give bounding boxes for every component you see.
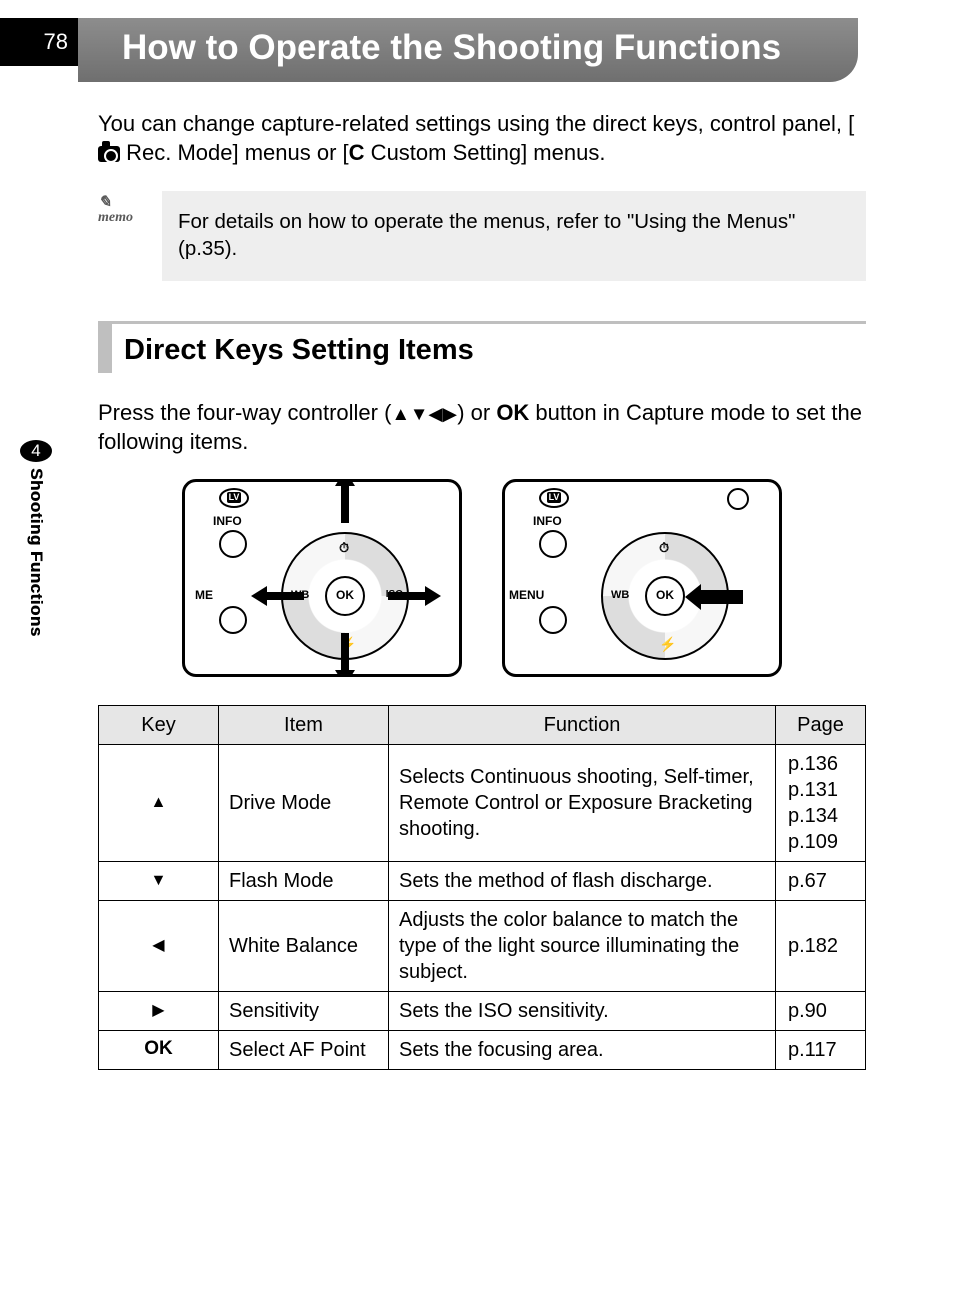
section-heading: Direct Keys Setting Items <box>98 321 866 374</box>
cell-item: Drive Mode <box>219 744 389 861</box>
ok-glyph: OK <box>496 400 529 425</box>
chapter-number-badge: 4 <box>20 440 52 462</box>
flash-icon: ⚡ <box>659 635 676 653</box>
col-page: Page <box>776 705 866 744</box>
cell-function: Adjusts the color balance to match the t… <box>389 900 776 991</box>
cell-key: ▲ <box>99 744 219 861</box>
press-paragraph: Press the four-way controller (▲▼◀▶) or … <box>98 399 866 456</box>
menu-label: ME <box>195 588 213 604</box>
cell-function: Sets the method of flash discharge. <box>389 861 776 900</box>
menu-button-icon <box>219 606 247 634</box>
chapter-number: 4 <box>31 441 40 461</box>
menu-button-icon <box>539 606 567 634</box>
cell-key: ◀ <box>99 900 219 991</box>
cell-function: Sets the ISO sensitivity. <box>389 991 776 1030</box>
cell-key: ▼ <box>99 861 219 900</box>
cell-function: Sets the focusing area. <box>389 1030 776 1069</box>
press-text-b: ) or <box>457 400 496 425</box>
info-label: INFO <box>533 514 562 530</box>
diagram-ok-press: LV INFO MENU OK WB ⏱ ⚡ <box>502 479 782 677</box>
chapter-side-tab: 4 Shooting Functions <box>18 440 54 637</box>
cell-key: OK <box>99 1030 219 1069</box>
cell-page: p.117 <box>776 1030 866 1069</box>
table-header-row: Key Item Function Page <box>99 705 866 744</box>
menu-label: MENU <box>509 588 544 604</box>
arrow-up-icon <box>335 479 355 486</box>
custom-letter: C <box>349 140 365 165</box>
arrow-left-icon <box>251 586 267 606</box>
memo-text: For details on how to operate the menus,… <box>162 191 866 280</box>
cell-function: Selects Continuous shooting, Self-timer,… <box>389 744 776 861</box>
memo-label: memo <box>98 210 133 225</box>
table-row: ▶SensitivitySets the ISO sensitivity.p.9… <box>99 991 866 1030</box>
title-banner: How to Operate the Shooting Functions <box>78 18 858 82</box>
page-title: How to Operate the Shooting Functions <box>122 28 830 68</box>
intro-text-c: Custom Setting] menus. <box>365 140 606 165</box>
memo-block: memo For details on how to operate the m… <box>98 191 866 280</box>
table-row: ▼Flash ModeSets the method of flash disc… <box>99 861 866 900</box>
cell-key: ▶ <box>99 991 219 1030</box>
col-key: Key <box>99 705 219 744</box>
camera-icon <box>98 146 120 162</box>
cell-item: White Balance <box>219 900 389 991</box>
info-button-icon <box>539 530 567 558</box>
chapter-label: Shooting Functions <box>26 468 46 637</box>
table-row: ◀White BalanceAdjusts the color balance … <box>99 900 866 991</box>
col-function: Function <box>389 705 776 744</box>
memo-icon: memo <box>98 191 148 280</box>
ok-button-icon: OK <box>645 576 685 616</box>
lv-icon: LV <box>219 488 249 508</box>
cell-page: p.67 <box>776 861 866 900</box>
intro-text-b: Rec. Mode] menus or [ <box>126 140 349 165</box>
small-ring-icon <box>727 488 749 510</box>
cell-item: Sensitivity <box>219 991 389 1030</box>
intro-paragraph: You can change capture-related settings … <box>98 110 866 167</box>
cell-item: Select AF Point <box>219 1030 389 1069</box>
controller-diagrams: LV INFO ME OK WB ISO ⏱ ⚡ LV INFO MEN <box>98 479 866 677</box>
cell-page: p.136p.131p.134p.109 <box>776 744 866 861</box>
arrow-down-icon <box>335 670 355 677</box>
content-area: You can change capture-related settings … <box>0 82 954 1109</box>
ok-press-arrow-icon <box>699 590 743 604</box>
wb-label: WB <box>611 588 629 602</box>
arrow-glyphs: ▲▼◀▶ <box>391 403 457 424</box>
timer-icon: ⏱ <box>659 540 669 557</box>
table-row: ▲Drive ModeSelects Continuous shooting, … <box>99 744 866 861</box>
cell-page: p.90 <box>776 991 866 1030</box>
keys-table: Key Item Function Page ▲Drive ModeSelect… <box>98 705 866 1070</box>
page-number-tab: 78 <box>0 18 78 66</box>
press-text-a: Press the four-way controller ( <box>98 400 391 425</box>
cell-page: p.182 <box>776 900 866 991</box>
arrow-right-icon <box>425 586 441 606</box>
table-row: OKSelect AF PointSets the focusing area.… <box>99 1030 866 1069</box>
timer-icon: ⏱ <box>339 540 349 557</box>
lv-icon: LV <box>539 488 569 508</box>
cell-item: Flash Mode <box>219 861 389 900</box>
diagram-fourway: LV INFO ME OK WB ISO ⏱ ⚡ <box>182 479 462 677</box>
col-item: Item <box>219 705 389 744</box>
info-label: INFO <box>213 514 242 530</box>
ok-button-icon: OK <box>325 576 365 616</box>
intro-text-a: You can change capture-related settings … <box>98 111 854 136</box>
page-number: 78 <box>44 29 68 55</box>
info-button-icon <box>219 530 247 558</box>
